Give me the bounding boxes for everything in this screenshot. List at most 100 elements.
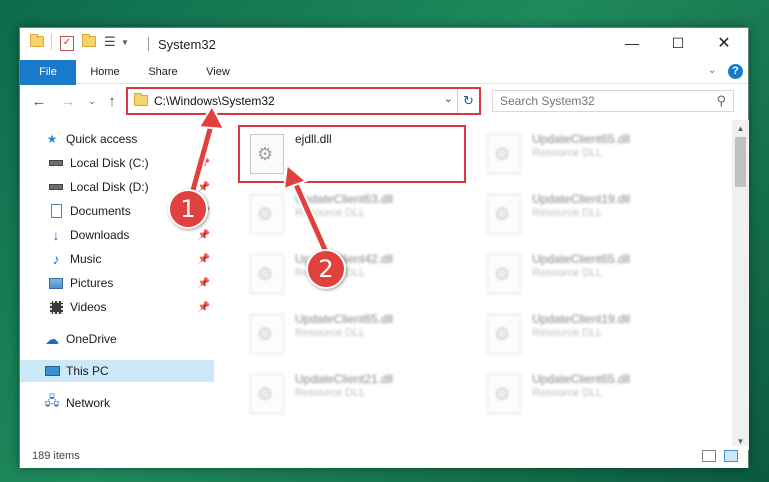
search-icon: ⚲ [716,93,726,108]
sidebar-item-label: Pictures [70,276,114,290]
tab-share[interactable]: Share [140,60,186,84]
address-row: ← → ⌄ ↑ C:\Windows\System32 ⌄ ↻ ⚲ [20,85,748,117]
downloads-icon: ↓ [52,227,60,243]
tab-view[interactable]: View [195,60,241,84]
sidebar-item-videos[interactable]: Videos 📌 [20,296,214,318]
back-arrow-icon[interactable]: ← [29,91,49,111]
minimize-button[interactable]: — [609,28,655,58]
details-view-icon[interactable] [702,450,716,462]
status-bar: 189 items [20,446,748,468]
chevron-down-icon[interactable]: ⌄ [444,92,453,105]
customize-toolbar-icon[interactable]: ☰ [104,34,116,50]
dll-file-icon [250,194,284,234]
dll-file-icon [487,254,521,294]
drive-icon [48,179,64,195]
sidebar-item-label: Local Disk (D:) [70,180,149,194]
pin-icon[interactable]: 📌 [198,302,210,313]
recent-locations-icon[interactable]: ⌄ [82,91,102,111]
list-item[interactable]: UpdateClient42.dll Resource DLL [240,246,470,302]
videos-icon [48,299,64,315]
list-item[interactable]: UpdateClient19.dll Resource DLL [477,186,707,242]
search-input[interactable] [493,91,703,111]
file-highlight-box [238,125,466,183]
drive-icon [48,155,64,171]
help-icon[interactable]: ? [728,64,743,79]
file-type: Resource DLL [532,327,603,339]
navigation-pane: ★ Quick access Local Disk (C:) 📌 Local D… [20,120,214,450]
file-name: UpdateClient65.dll [532,252,631,266]
forward-arrow-icon[interactable]: → [58,91,78,111]
new-folder-icon[interactable] [82,34,96,52]
up-arrow-icon[interactable]: ↑ [102,91,122,111]
list-item[interactable]: UpdateClient65.dll Resource DLL [477,246,707,302]
dll-file-icon [250,254,284,294]
scroll-up-icon[interactable]: ▲ [732,120,749,137]
vertical-scrollbar[interactable]: ▲ ▼ [732,120,749,450]
tab-home[interactable]: Home [82,60,128,84]
list-item[interactable]: UpdateClient65.dll Resource DLL [477,366,707,422]
documents-icon [48,203,64,219]
ribbon-tabs: File Home Share View ⌄ ? [20,60,748,116]
address-bar[interactable]: C:\Windows\System32 ⌄ ↻ [126,87,481,115]
maximize-button[interactable]: ☐ [655,28,701,58]
sidebar-item-label: Network [66,396,111,410]
list-item[interactable]: UpdateClient19.dll Resource DLL [477,306,707,362]
search-box[interactable]: ⚲ [492,90,734,112]
step-1-badge: 1 [168,189,208,229]
sidebar-item-network[interactable]: 🖧 Network [20,392,214,414]
address-path[interactable]: C:\Windows\System32 [154,94,275,108]
divider [148,37,149,51]
file-name: UpdateClient21.dll [295,372,394,386]
network-icon: 🖧 [44,393,60,408]
sidebar-item-music[interactable]: ♪ Music 📌 [20,248,214,270]
dll-file-icon [250,314,284,354]
dll-file-icon [487,194,521,234]
pin-icon[interactable]: 📌 [198,230,210,241]
scroll-thumb[interactable] [735,137,746,187]
onedrive-icon: ☁ [45,330,59,347]
sidebar-item-label: Downloads [70,228,130,242]
sidebar-item-pictures[interactable]: Pictures 📌 [20,272,214,294]
file-type: Resource DLL [295,387,366,399]
sidebar-item-onedrive[interactable]: ☁ OneDrive [20,328,214,350]
sidebar-item-quick-access[interactable]: ★ Quick access [20,128,214,150]
list-item[interactable]: UpdateClient65.dll Resource DLL [477,126,707,182]
sidebar-item-local-disk-c[interactable]: Local Disk (C:) 📌 [20,152,214,174]
expand-ribbon-icon[interactable]: ⌄ [708,65,716,76]
file-name: UpdateClient19.dll [532,192,631,206]
pin-icon[interactable]: 📌 [198,254,210,265]
file-type: Resource DLL [532,207,603,219]
item-count: 189 items [32,450,80,462]
folder-icon [134,93,148,106]
pin-icon[interactable]: 📌 [198,182,210,193]
file-name: UpdateClient65.dll [295,312,394,326]
file-name: UpdateClient19.dll [532,312,631,326]
sidebar-item-this-pc[interactable]: This PC [20,360,214,382]
sidebar-item-label: Local Disk (C:) [70,156,149,170]
step-2-badge: 2 [306,249,346,289]
folder-icon [30,34,44,52]
window-title: System32 [158,37,216,52]
dll-file-icon [487,134,521,174]
sidebar-item-label: Videos [70,300,107,314]
list-item[interactable]: UpdateClient63.dll Resource DLL [240,186,470,242]
chevron-down-icon[interactable]: ▼ [121,38,129,54]
pc-icon [44,363,60,379]
dll-file-icon [487,314,521,354]
sidebar-item-label: Documents [70,204,131,218]
file-type: Resource DLL [295,327,366,339]
large-icons-view-icon[interactable] [724,450,738,462]
music-icon: ♪ [52,251,60,267]
properties-icon[interactable]: ✓ [60,36,74,51]
file-type: Resource DLL [532,147,603,159]
refresh-button[interactable]: ↻ [457,89,479,113]
pin-icon[interactable]: 📌 [198,278,210,289]
pin-icon[interactable]: 📌 [198,158,210,169]
list-item[interactable]: UpdateClient65.dll Resource DLL [240,306,470,362]
file-name: UpdateClient65.dll [532,132,631,146]
close-button[interactable]: ✕ [701,28,747,58]
list-item[interactable]: UpdateClient21.dll Resource DLL [240,366,470,422]
dll-file-icon [487,374,521,414]
file-type: Resource DLL [295,207,366,219]
sidebar-item-label: This PC [66,364,109,378]
